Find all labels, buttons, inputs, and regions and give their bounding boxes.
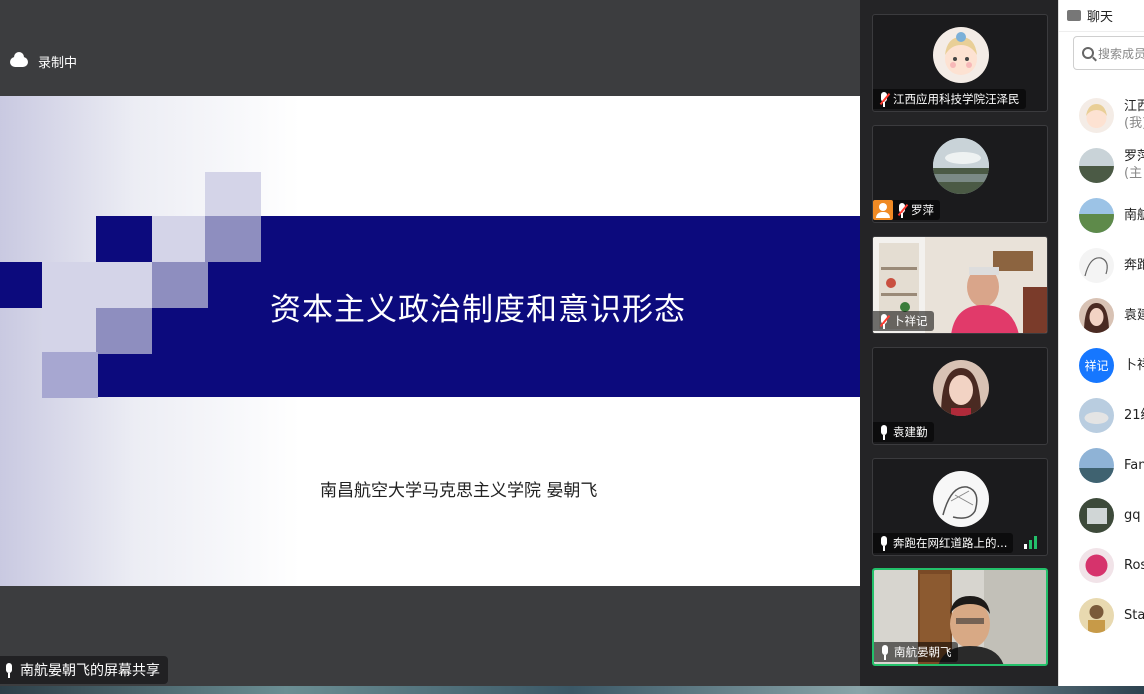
avatar (1079, 547, 1114, 583)
cloud-icon (10, 51, 28, 67)
participant-name-tag: 南航晏朝飞 (874, 642, 958, 662)
participant-tile[interactable]: 江西应用科技学院汪泽民 (872, 14, 1048, 112)
cartoon-avatar (933, 27, 989, 83)
mic-icon (880, 644, 890, 660)
sketch-avatar (933, 471, 989, 527)
chat-header: 聊天 (1059, 0, 1144, 32)
avatar (1079, 97, 1114, 133)
mic-icon (879, 535, 889, 551)
participant-name-tag: 江西应用科技学院汪泽民 (873, 89, 1026, 109)
participant-name: 奔跑 (1124, 257, 1144, 273)
list-item[interactable]: 奔跑 (1059, 240, 1144, 290)
participant-name-tag: 罗萍 (873, 200, 940, 220)
muted-mic-icon (879, 313, 891, 329)
avatar (1079, 447, 1114, 483)
muted-mic-icon (897, 202, 909, 218)
slide-title: 资本主义政治制度和意识形态 (270, 292, 686, 328)
participant-tile[interactable]: 卜祥记 (872, 236, 1048, 334)
participant-name: 江西 (1124, 99, 1144, 114)
landscape-avatar (933, 138, 989, 194)
avatar (1079, 147, 1114, 183)
participant-name: 卜祥记 (893, 314, 928, 328)
list-item[interactable]: 南航 (1059, 190, 1144, 240)
audio-level-icon (1024, 536, 1037, 549)
list-item[interactable]: 袁建 (1059, 290, 1144, 340)
chat-panel: 聊天 搜索成员 江西(我) 罗萍(主 南 (1058, 0, 1144, 686)
avatar (1079, 297, 1114, 333)
avatar (1079, 247, 1114, 283)
list-item[interactable]: 祥记 卜祥 (1059, 340, 1144, 390)
avatar (1079, 397, 1114, 433)
participant-name: 卜祥 (1124, 357, 1144, 373)
list-item[interactable]: gq (1059, 490, 1144, 540)
participant-name: Fan (1124, 457, 1144, 473)
participant-name: 袁建勤 (893, 425, 928, 439)
participant-name: 江西应用科技学院汪泽民 (893, 92, 1020, 106)
screen-share-stage: 录制中 资本主义政治制度和意识形态 南昌航空大学马克思主义学院 晏朝飞 南航晏朝… (0, 0, 860, 686)
participant-name: 罗萍 (911, 203, 934, 217)
avatar (1079, 497, 1114, 533)
slide-square (42, 308, 98, 354)
screen-share-text: 南航晏朝飞的屏幕共享 (20, 663, 160, 679)
slide-square (42, 262, 98, 308)
chat-title: 聊天 (1087, 10, 1114, 25)
desktop-taskbar-strip (0, 686, 1144, 694)
slide-square (0, 262, 42, 308)
participant-name: 袁建 (1124, 307, 1144, 323)
participant-name: 21级 (1124, 407, 1144, 423)
participant-name-tag: 卜祥记 (873, 311, 934, 331)
list-item[interactable]: 罗萍 (主 (1059, 140, 1144, 190)
screen-share-label: 南航晏朝飞的屏幕共享 (0, 656, 168, 684)
mic-icon (4, 662, 14, 678)
participant-tile[interactable]: 罗萍 (872, 125, 1048, 223)
search-placeholder: 搜索成员 (1098, 46, 1144, 61)
shared-slide: 资本主义政治制度和意识形态 南昌航空大学马克思主义学院 晏朝飞 (0, 96, 860, 586)
member-search-input[interactable]: 搜索成员 (1073, 36, 1144, 70)
participant-tile[interactable]: 袁建勤 (872, 347, 1048, 445)
participant-tile[interactable]: 奔跑在网红道路上的... (872, 458, 1048, 556)
search-icon (1082, 47, 1094, 59)
chat-icon (1067, 10, 1081, 21)
participant-role: (主 (1124, 166, 1143, 181)
recording-label: 录制中 (38, 56, 78, 71)
slide-square (205, 172, 261, 218)
participant-name: 南航晏朝飞 (894, 645, 952, 659)
meeting-window: 录制中 资本主义政治制度和意识形态 南昌航空大学马克思主义学院 晏朝飞 南航晏朝… (0, 0, 1144, 694)
recording-indicator[interactable]: 录制中 (10, 51, 78, 71)
mic-icon (879, 424, 889, 440)
list-item[interactable]: Fan (1059, 440, 1144, 490)
list-item[interactable]: Ros (1059, 540, 1144, 590)
participant-name-tag: 袁建勤 (873, 422, 934, 442)
participant-name: 南航 (1124, 207, 1144, 223)
participant-name: Sta (1124, 607, 1144, 623)
host-badge-icon (873, 200, 893, 220)
participant-tile-active-speaker[interactable]: 南航晏朝飞 (872, 568, 1048, 666)
avatar (1079, 597, 1114, 633)
list-item[interactable]: 江西 (我) (1059, 90, 1144, 140)
list-item[interactable]: Sta (1059, 590, 1144, 640)
participant-name: gq (1124, 507, 1141, 523)
participant-role: (我) (1124, 116, 1144, 131)
avatar (1079, 197, 1114, 233)
participant-gallery: 江西应用科技学院汪泽民 罗萍 卜祥记 袁建勤 奔跑在网红道路上的... 南航晏朝… (860, 0, 1058, 686)
participant-name-tag: 奔跑在网红道路上的... (873, 533, 1014, 553)
woman-avatar (933, 360, 989, 416)
participant-name: 奔跑在网红道路上的... (893, 536, 1008, 550)
avatar: 祥记 (1079, 347, 1114, 383)
participant-name: 罗萍 (1124, 149, 1144, 164)
muted-mic-icon (879, 91, 891, 107)
slide-square (42, 352, 98, 398)
participant-name: Ros (1124, 557, 1144, 573)
list-item[interactable]: 21级 (1059, 390, 1144, 440)
participant-list: 江西 (我) 罗萍 (主 南航 奔跑 (1059, 90, 1144, 640)
slide-author: 南昌航空大学马克思主义学院 晏朝飞 (320, 481, 598, 501)
